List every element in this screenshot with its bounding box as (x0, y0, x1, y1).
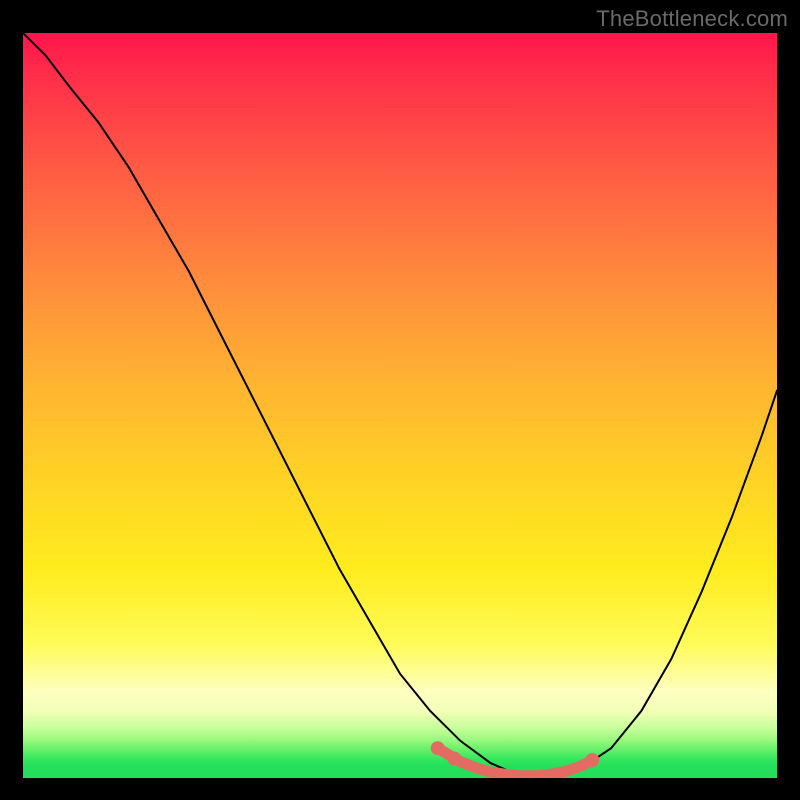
plot-area (23, 33, 777, 778)
watermark-text: TheBottleneck.com (596, 6, 788, 32)
chart-frame: TheBottleneck.com (0, 0, 800, 800)
chart-svg (23, 33, 777, 778)
mid-dot (447, 752, 461, 766)
bottleneck-curve (23, 33, 777, 776)
left-dot (431, 741, 445, 755)
optimal-range-highlight (438, 748, 593, 776)
right-dot (585, 753, 599, 767)
